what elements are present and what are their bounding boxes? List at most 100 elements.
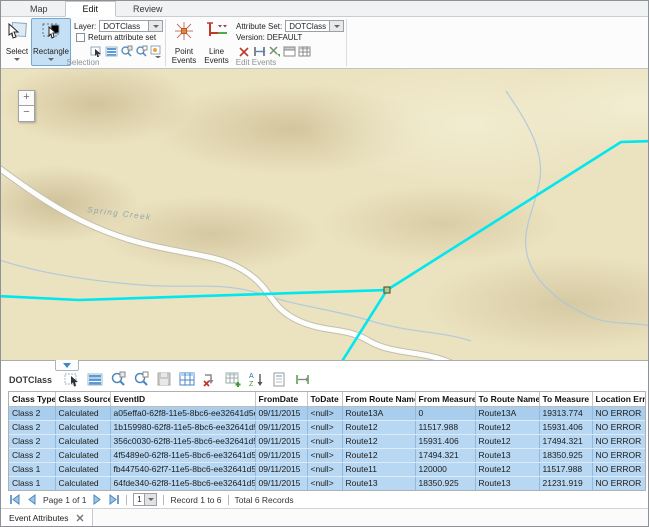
table-cell[interactable]: 09/11/2015 (255, 448, 307, 462)
column-header[interactable]: EventID (110, 392, 255, 407)
column-header[interactable]: Location Error (592, 392, 645, 407)
table-cell[interactable]: NO ERROR (592, 462, 645, 476)
table-cell[interactable]: 17494.321 (539, 434, 592, 448)
table-cell[interactable]: 356c0030-62f8-11e5-8bc6-ee32641d5ec9 (110, 434, 255, 448)
attribute-set-dropdown[interactable]: DOTClass (285, 20, 344, 32)
select-features-icon[interactable] (90, 45, 103, 58)
table-cell[interactable]: Route13 (475, 448, 539, 462)
table-cell[interactable]: Calculated (55, 462, 110, 476)
close-icon[interactable] (76, 514, 84, 522)
table-cell[interactable]: 18350.925 (539, 448, 592, 462)
table-cell[interactable]: NO ERROR (592, 420, 645, 434)
tab-edit[interactable]: Edit (65, 1, 117, 17)
table-cell[interactable]: <null> (307, 476, 342, 490)
table-cell[interactable]: NO ERROR (592, 434, 645, 448)
table-cell[interactable]: Route13 (475, 476, 539, 490)
table-cell[interactable]: Route12 (475, 420, 539, 434)
column-header[interactable]: From Route Name (342, 392, 415, 407)
page-number-dropdown[interactable]: 1 (133, 493, 157, 506)
table-cell[interactable]: Route11 (342, 462, 415, 476)
zoom-in-button[interactable]: + (18, 90, 35, 106)
table-cell[interactable]: 64fde340-62f8-11e5-8bc6-ee32641d5ec9 (110, 476, 255, 490)
tab-review[interactable]: Review (116, 1, 180, 16)
next-page-icon[interactable] (92, 494, 103, 505)
table-row[interactable]: Class 1Calculatedfb447540-62f7-11e5-8bc6… (9, 462, 645, 476)
first-page-icon[interactable] (9, 494, 20, 505)
table-cell[interactable]: 120000 (415, 462, 475, 476)
selection-options-icon[interactable] (150, 45, 163, 58)
table-cell[interactable]: Route12 (342, 448, 415, 462)
route-line-south[interactable] (334, 290, 387, 360)
table-cell[interactable]: Route12 (342, 434, 415, 448)
tab-map[interactable]: Map (13, 1, 65, 16)
route-line-northeast[interactable] (387, 141, 648, 290)
table-cell[interactable]: 09/11/2015 (255, 406, 307, 420)
column-header[interactable]: To Route Name (475, 392, 539, 407)
form-view-icon[interactable] (271, 371, 288, 388)
route-vertex-marker[interactable] (384, 287, 390, 293)
table-cell[interactable]: 21231.919 (539, 476, 592, 490)
column-header[interactable]: To Measure (539, 392, 592, 407)
zoom-to-selected-icon[interactable] (110, 371, 127, 388)
table-view-icon[interactable] (179, 371, 196, 388)
select-records-icon[interactable] (64, 371, 81, 388)
table-cell[interactable]: Calculated (55, 420, 110, 434)
sort-records-icon[interactable]: AZ (248, 371, 265, 388)
table-cell[interactable]: 09/11/2015 (255, 476, 307, 490)
table-cell[interactable]: Calculated (55, 434, 110, 448)
table-cell[interactable]: 09/11/2015 (255, 434, 307, 448)
layer-dropdown-arrow-icon[interactable] (148, 21, 162, 31)
table-cell[interactable]: <null> (307, 406, 342, 420)
zoom-out-button[interactable]: − (18, 106, 35, 122)
table-cell[interactable]: 0 (415, 406, 475, 420)
tab-event-attributes[interactable]: Event Attributes (1, 509, 93, 526)
previous-page-icon[interactable] (26, 494, 37, 505)
table-cell[interactable]: 1b159980-62f8-11e5-8bc6-ee32641d5ec9 (110, 420, 255, 434)
table-cell[interactable]: a05effa0-62f8-11e5-8bc6-ee32641d5ec9 (110, 406, 255, 420)
table-cell[interactable]: 15931.406 (539, 420, 592, 434)
measure-event-icon[interactable] (253, 45, 266, 58)
table-cell[interactable]: Route12 (475, 462, 539, 476)
table-cell[interactable]: <null> (307, 420, 342, 434)
save-icon[interactable] (156, 371, 173, 388)
column-header[interactable]: Class Source (55, 392, 110, 407)
table-row[interactable]: Class 2Calculateda05effa0-62f8-11e5-8bc6… (9, 406, 645, 420)
table-cell[interactable]: 17494.321 (415, 448, 475, 462)
table-cell[interactable]: Route12 (342, 420, 415, 434)
column-header[interactable]: ToDate (307, 392, 342, 407)
table-cell[interactable]: Calculated (55, 476, 110, 490)
table-row[interactable]: Class 2Calculated356c0030-62f8-11e5-8bc6… (9, 434, 645, 448)
column-header[interactable]: From Measure (415, 392, 475, 407)
route-line-west[interactable] (1, 290, 387, 300)
pan-to-selection-icon[interactable] (135, 45, 148, 58)
zoom-to-selection-icon[interactable] (120, 45, 133, 58)
table-cell[interactable]: <null> (307, 434, 342, 448)
table-cell[interactable]: NO ERROR (592, 406, 645, 420)
map-canvas[interactable]: Spring Creek + − (1, 69, 648, 360)
table-cell[interactable]: Class 2 (9, 420, 55, 434)
table-cell[interactable]: 09/11/2015 (255, 420, 307, 434)
table-cell[interactable]: Calculated (55, 448, 110, 462)
panel-collapse-button[interactable] (55, 360, 79, 371)
table-cell[interactable]: Class 2 (9, 406, 55, 420)
add-record-icon[interactable] (225, 371, 242, 388)
return-attribute-set-checkbox[interactable] (76, 33, 85, 42)
column-header[interactable]: Class Type (9, 392, 55, 407)
layer-dropdown[interactable]: DOTClass (99, 20, 163, 32)
split-event-icon[interactable] (238, 45, 251, 58)
table-cell[interactable]: 11517.988 (415, 420, 475, 434)
table-cell[interactable]: Route13 (342, 476, 415, 490)
measure-view-icon[interactable] (294, 371, 311, 388)
pan-to-selected-icon[interactable] (133, 371, 150, 388)
table-cell[interactable]: Route12 (475, 434, 539, 448)
table-cell[interactable]: <null> (307, 448, 342, 462)
table-row[interactable]: Class 1Calculated64fde340-62f8-11e5-8bc6… (9, 476, 645, 490)
show-selected-records-icon[interactable] (87, 371, 104, 388)
table-cell[interactable]: 15931.406 (415, 434, 475, 448)
page-number-arrow-icon[interactable] (144, 494, 156, 505)
table-cell[interactable]: 09/11/2015 (255, 462, 307, 476)
table-cell[interactable]: fb447540-62f7-11e5-8bc6-ee32641d5ec9 (110, 462, 255, 476)
merge-event-icon[interactable] (268, 45, 281, 58)
table-cell[interactable]: 11517.988 (539, 462, 592, 476)
table-cell[interactable]: <null> (307, 462, 342, 476)
